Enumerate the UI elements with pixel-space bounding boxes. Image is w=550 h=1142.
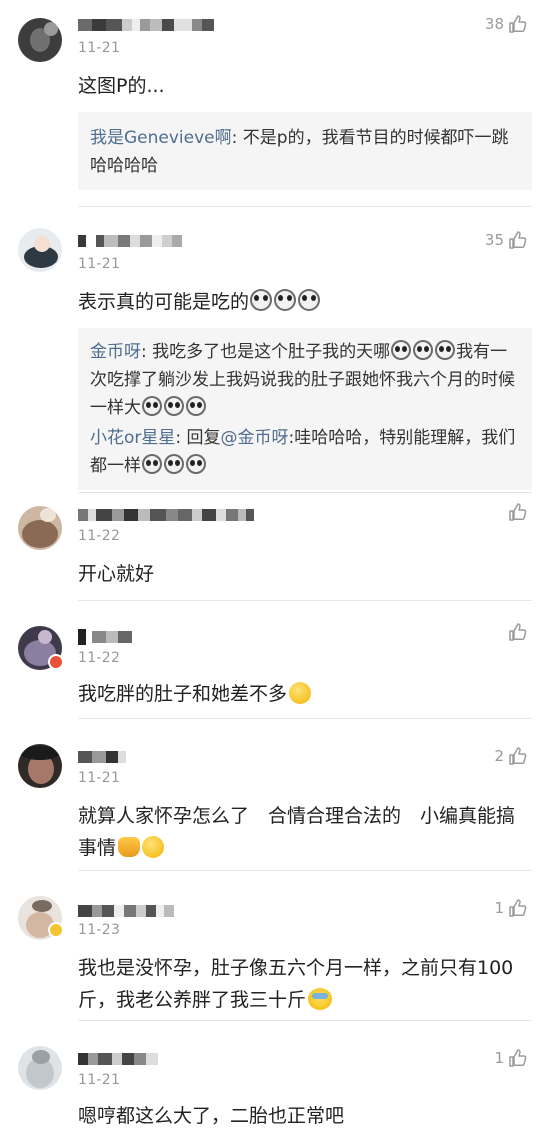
comment-text: 开心就好: [78, 563, 155, 585]
reply-thread: 金币呀: 我吃多了也是这个肚子我的天哪 我有一次吃撑了躺沙发上我妈说我的肚子跟她怀…: [78, 328, 532, 490]
like-count: 38: [484, 15, 504, 33]
like-count: 1: [494, 899, 504, 917]
comment-date: 11-21: [78, 770, 121, 786]
verified-badge-icon: [48, 654, 64, 670]
reply-thread: 我是Genevieve啊: 不是p的，我看节目的时候都吓一跳哈哈哈哈: [78, 112, 532, 190]
username-redacted[interactable]: [78, 1050, 158, 1068]
like-count: 35: [484, 231, 504, 249]
dog-face-emoji: [142, 454, 162, 474]
thumbs-up-icon: [509, 1049, 527, 1067]
comment-3: 11-22 开心就好: [0, 492, 550, 600]
comment-text-body: 我吃胖的肚子和她差不多: [78, 683, 288, 705]
avatar[interactable]: [18, 506, 62, 550]
like-button[interactable]: [504, 622, 528, 642]
comment-date: 11-21: [78, 40, 121, 56]
comment-7: 11-21 1 嗯哼都这么大了，二胎也正常吧: [0, 1020, 550, 1142]
like-button[interactable]: 2: [494, 746, 528, 766]
like-count: 1: [494, 1049, 504, 1067]
thumbs-up-icon: [509, 503, 527, 521]
hand-emoji: [289, 682, 312, 704]
comment-text: 我也是没怀孕，肚子像五六个月一样，之前只有100斤，我老公养胖了我三十斤: [78, 952, 528, 1016]
avatar[interactable]: [18, 228, 62, 272]
comment-text-body: 表示真的可能是吃的: [78, 291, 250, 313]
comment-text-body: 我也是没怀孕，肚子像五六个月一样，之前只有100斤，我老公养胖了我三十斤: [78, 957, 514, 1011]
reply-text: : 我吃多了也是这个肚子我的天哪: [141, 342, 391, 362]
avatar[interactable]: [18, 744, 62, 788]
dog-face-emoji: [186, 454, 206, 474]
username-redacted[interactable]: [78, 902, 174, 920]
mention-link[interactable]: @金币呀: [221, 428, 289, 448]
comment-date: 11-22: [78, 650, 121, 666]
comment-date: 11-22: [78, 528, 121, 544]
comment-text: 就算人家怀孕怎么了 合情合理合法的 小编真能搞事情: [78, 800, 528, 864]
username-redacted[interactable]: [78, 628, 132, 646]
like-button[interactable]: 35: [485, 230, 528, 250]
comment-text: 这图P的...: [78, 75, 165, 97]
username-redacted[interactable]: [78, 16, 214, 34]
reply-text: : 回复: [175, 428, 221, 448]
avatar[interactable]: [18, 1046, 62, 1090]
comment-date: 11-23: [78, 922, 121, 938]
thumbs-up-icon: [509, 747, 527, 765]
thumbs-up-icon: [509, 15, 527, 33]
dog-face-emoji: [142, 396, 162, 416]
dog-face-emoji: [164, 396, 184, 416]
like-button[interactable]: 1: [494, 1048, 528, 1068]
avatar[interactable]: [18, 18, 62, 62]
comment-date: 11-21: [78, 1072, 121, 1088]
username-redacted[interactable]: [78, 232, 182, 250]
comment-1: 11-21 38 这图P的... 我是Genevieve啊: 不是p的，我看节目…: [0, 0, 550, 205]
dog-face-emoji: [274, 289, 297, 311]
like-button[interactable]: [504, 502, 528, 522]
dog-face-emoji: [298, 289, 321, 311]
comment-text: 表示真的可能是吃的: [78, 286, 528, 318]
angry-face-emoji: [142, 836, 165, 858]
reply-item: 金币呀: 我吃多了也是这个肚子我的天哪 我有一次吃撑了躺沙发上我妈说我的肚子跟她怀…: [90, 338, 520, 422]
laughing-crying-emoji: [308, 988, 333, 1010]
username-redacted[interactable]: [78, 748, 126, 766]
dog-face-emoji: [164, 454, 184, 474]
like-button[interactable]: 38: [485, 14, 528, 34]
dog-face-emoji: [413, 340, 434, 360]
dog-face-emoji: [250, 289, 273, 311]
comment-text: 我吃胖的肚子和她差不多: [78, 678, 528, 710]
thumbs-up-icon: [509, 899, 527, 917]
username-redacted[interactable]: [78, 506, 254, 524]
reply-item: 小花or星星: 回复@金币呀:哇哈哈哈，特别能理解，我们都一样: [90, 424, 520, 480]
reply-author[interactable]: 我是Genevieve啊: [90, 128, 232, 148]
fist-emoji: [118, 837, 141, 857]
thumbs-up-icon: [509, 623, 527, 641]
dog-face-emoji: [391, 340, 412, 360]
dog-face-emoji: [435, 340, 456, 360]
reply-author[interactable]: 小花or星星: [90, 428, 175, 448]
reply-author[interactable]: 金币呀: [90, 342, 141, 362]
like-count: 2: [494, 747, 504, 765]
comment-4: 11-22 我吃胖的肚子和她差不多: [0, 600, 550, 718]
comment-text: 嗯哼都这么大了，二胎也正常吧: [78, 1105, 345, 1127]
like-button[interactable]: 1: [494, 898, 528, 918]
dog-face-emoji: [186, 396, 206, 416]
verified-badge-icon: [48, 922, 64, 938]
comment-date: 11-21: [78, 256, 121, 272]
comment-5: 11-21 2 就算人家怀孕怎么了 合情合理合法的 小编真能搞事情: [0, 718, 550, 870]
thumbs-up-icon: [509, 231, 527, 249]
comment-6: 11-23 1 我也是没怀孕，肚子像五六个月一样，之前只有100斤，我老公养胖了…: [0, 870, 550, 1020]
comment-2: 11-21 35 表示真的可能是吃的 金币呀: 我吃多了也是这个肚子我的天哪 我有…: [0, 206, 550, 496]
